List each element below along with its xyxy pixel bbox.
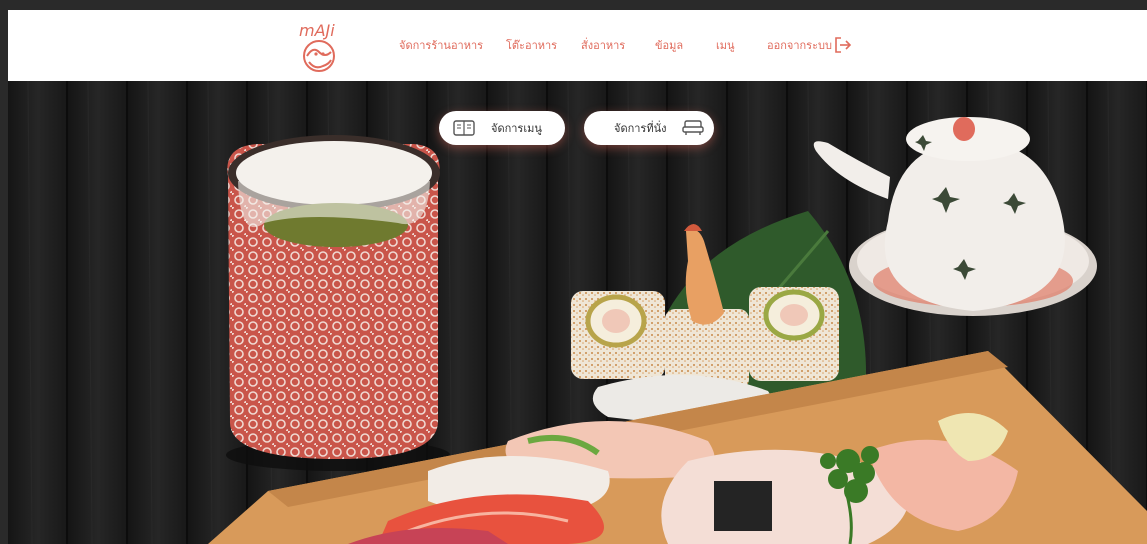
nav-manage-restaurant[interactable]: จัดการร้านอาหาร [399,38,483,54]
top-navbar: mAJi จัดการร้านอาหาร โต๊ะอาหาร สั่งอาหาร… [8,10,1147,81]
sushi-photo [8,81,1147,544]
nav-information[interactable]: ข้อมูล [655,38,683,54]
app-frame: mAJi จัดการร้านอาหาร โต๊ะอาหาร สั่งอาหาร… [8,10,1147,544]
manage-menu-button[interactable]: จัดการเมนู [439,111,565,145]
logo-text: mAJi [299,21,335,40]
nav-order-food[interactable]: สั่งอาหาร [581,38,625,54]
nav-tables[interactable]: โต๊ะอาหาร [506,38,557,54]
nav-logout[interactable]: ออกจากระบบ [767,38,832,54]
manage-menu-label: จัดการเมนู [491,122,542,135]
nav-menu[interactable]: เมนู [716,38,735,54]
menu-book-icon [453,120,475,136]
brand-logo[interactable]: mAJi [295,18,343,78]
sofa-icon [682,120,705,135]
hero-image: จัดการเมนู จัดการที่นั่ง [8,81,1147,544]
manage-seat-button[interactable]: จัดการที่นั่ง [584,111,714,145]
manage-seat-label: จัดการที่นั่ง [614,122,667,135]
logout-arrow-icon[interactable] [834,36,852,54]
